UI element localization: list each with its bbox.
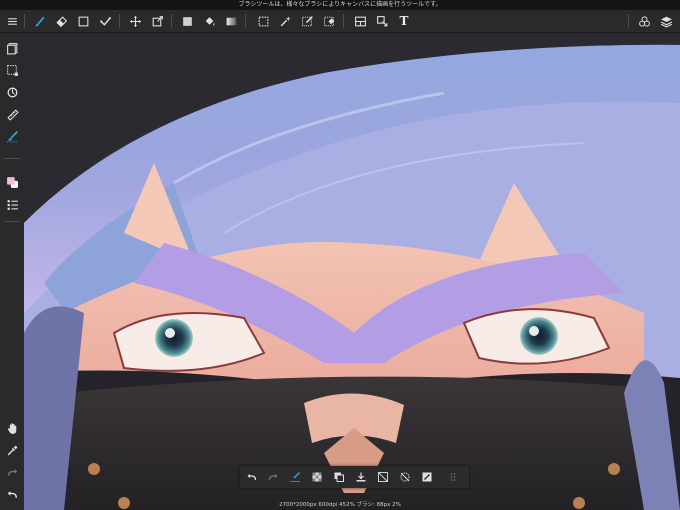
magic-wand-icon[interactable] [276,12,294,30]
selection-pen-icon[interactable] [298,12,316,30]
rotate-icon[interactable] [3,83,21,101]
frame-divide-icon[interactable] [351,12,369,30]
document-icon[interactable] [3,39,21,57]
bucket-icon[interactable] [200,12,218,30]
undo-icon[interactable] [243,468,261,486]
eyedropper-icon[interactable] [3,441,21,459]
layer-settings-icon[interactable] [418,468,436,486]
color-swatch-icon[interactable] [3,173,21,191]
square-icon[interactable] [74,12,92,30]
clear-layer-icon[interactable] [374,468,392,486]
transform-icon[interactable] [148,12,166,30]
left-sidebar [0,33,24,510]
operation-icon[interactable] [373,12,391,30]
ruler-icon[interactable] [3,105,21,123]
gradient-icon[interactable] [222,12,240,30]
selection-eraser-icon[interactable] [320,12,338,30]
layers-icon[interactable] [657,12,675,30]
copy-layer-icon[interactable] [330,468,348,486]
hand-icon[interactable] [3,419,21,437]
move-icon[interactable] [126,12,144,30]
deselect-icon[interactable] [396,468,414,486]
selection-layer-icon[interactable] [3,61,21,79]
hamburger-icon[interactable] [3,12,21,30]
snap-brush-icon[interactable] [3,127,21,145]
top-toolbar: T [0,10,680,33]
check-transform-icon[interactable] [96,12,114,30]
tool-hint-bar: ブラシツールは、様々なブラシによりキャンバスに描画を行うツールです。 [0,0,680,10]
eraser-icon[interactable] [52,12,70,30]
quick-access-bar [240,466,469,488]
fill-square-icon[interactable] [178,12,196,30]
merge-down-icon[interactable] [352,468,370,486]
materials-icon[interactable] [635,12,653,30]
brush-icon[interactable] [30,12,48,30]
brush-list-icon[interactable] [3,195,21,213]
redo-icon[interactable] [3,463,21,481]
status-bar: 2700*2000px 600dpi 452% ブラシ: 88px 2% [279,502,401,508]
grip-icon[interactable] [444,468,462,486]
snap-toggle-icon[interactable] [286,468,304,486]
redo-icon[interactable] [264,468,282,486]
text-icon[interactable]: T [395,12,413,30]
drawing-canvas[interactable] [24,33,680,510]
artwork [24,33,680,510]
transparency-icon[interactable] [308,468,326,486]
selection-rect-icon[interactable] [254,12,272,30]
